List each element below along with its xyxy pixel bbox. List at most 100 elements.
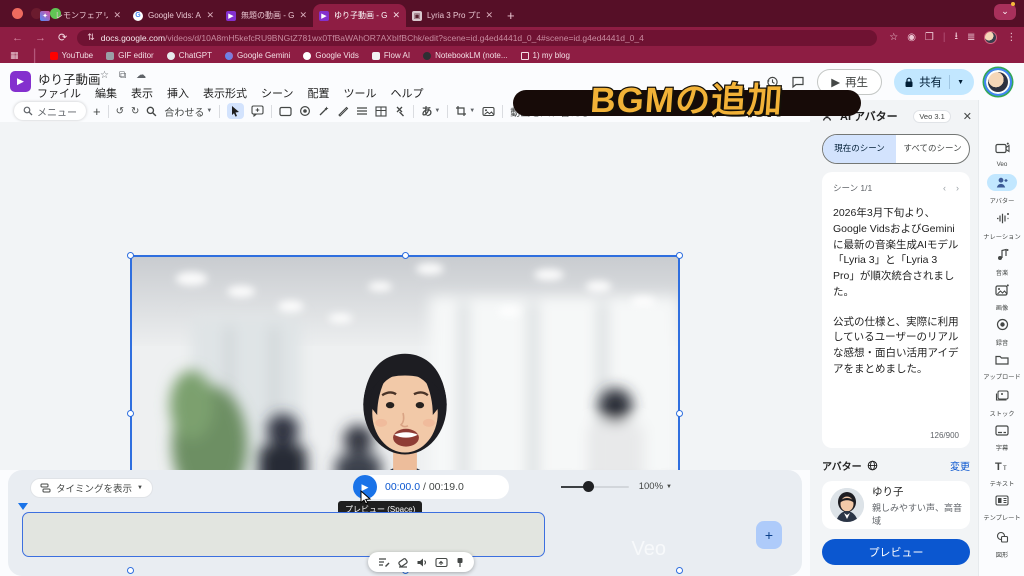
share-button[interactable]: 共有 ▼	[894, 69, 974, 95]
tab-close-icon[interactable]: ✕	[299, 10, 307, 21]
rail-item-音楽[interactable]: 音楽	[979, 246, 1024, 277]
bookmark-chatgpt[interactable]: ChatGPT	[167, 51, 212, 60]
reload-icon[interactable]: ⟳	[58, 31, 67, 44]
playhead-marker[interactable]	[18, 503, 28, 510]
menu-file[interactable]: ファイル	[37, 85, 81, 101]
star-icon[interactable]: ☆	[100, 70, 109, 81]
eraser-icon[interactable]	[397, 557, 409, 568]
tab-lemon-fairy[interactable]: ✦ レモンフェアリーイラストの活用 ✕	[34, 4, 127, 27]
menu-view[interactable]: 表示	[131, 85, 153, 101]
new-tab-button[interactable]: +	[507, 4, 515, 27]
menu-scene[interactable]: シーン	[261, 85, 293, 101]
zoom-slider-thumb[interactable]	[583, 481, 594, 492]
crop-dropdown[interactable]: ▼	[455, 105, 475, 117]
menu-arrange[interactable]: 配置	[307, 85, 329, 101]
mask-tool-button[interactable]	[299, 105, 311, 117]
avatar-card[interactable]: ゆり子 親しみやすい声、高音域	[822, 481, 970, 529]
rail-item-ナレーション[interactable]: ナレーション	[979, 210, 1024, 241]
menu-edit[interactable]: 編集	[95, 85, 117, 101]
frame-tool-button[interactable]	[279, 106, 292, 117]
bookmark-google-vids[interactable]: Google Vids	[303, 51, 358, 60]
comment-icon[interactable]	[791, 75, 805, 89]
animate-tool-button[interactable]	[318, 105, 330, 117]
show-timing-button[interactable]: タイミングを表示 ▼	[30, 478, 153, 498]
bookmark-flow-ai[interactable]: Flow AI	[372, 51, 410, 60]
tab-google-vids-ai[interactable]: G Google Vids: AI 搭載の動画作成 ✕	[127, 4, 220, 27]
pen-tool-button[interactable]	[337, 105, 349, 117]
close-panel-icon[interactable]: ✕	[963, 110, 972, 123]
select-tool-button[interactable]	[227, 103, 244, 119]
tab-search-button[interactable]: ⌄	[994, 4, 1016, 20]
resize-handle-sw[interactable]	[127, 567, 134, 574]
rail-item-録音[interactable]: 録音	[979, 316, 1024, 347]
rail-item-画像[interactable]: 画像	[979, 281, 1024, 312]
avatar-preview-button[interactable]: プレビュー	[822, 539, 970, 565]
tab-close-icon[interactable]: ✕	[206, 10, 214, 21]
close-window-button[interactable]	[12, 8, 23, 19]
rail-item-アバター[interactable]: アバター	[979, 174, 1024, 205]
rail-item-ストック[interactable]: ストック	[979, 387, 1024, 418]
rail-item-Veo[interactable]: Veo	[979, 140, 1024, 168]
menu-help[interactable]: ヘルプ	[390, 85, 423, 101]
move-folder-icon[interactable]: ⧉	[119, 70, 126, 81]
editor-canvas[interactable]: Veo	[0, 122, 810, 470]
rail-item-アップロード[interactable]: アップロード	[979, 351, 1024, 381]
zoom-level-dropdown[interactable]: 100%▼	[639, 481, 672, 492]
tab-yuriko-video-active[interactable]: ▶ ゆり子動画 - Google Vids ✕	[313, 4, 406, 27]
forward-icon[interactable]: →	[35, 32, 46, 44]
tab-untitled-video[interactable]: ▶ 無題の動画 - Google Vids ✕	[220, 4, 313, 27]
text-style-dropdown[interactable]: あ▼	[421, 103, 440, 119]
tab-close-icon[interactable]: ✕	[113, 10, 121, 21]
tab-close-icon[interactable]: ✕	[485, 10, 493, 21]
browser-avatar[interactable]	[984, 31, 997, 44]
prev-scene-icon[interactable]: ‹	[943, 183, 946, 193]
media-control-icon[interactable]: ≣	[967, 32, 975, 43]
menu-tools[interactable]: ツール	[343, 85, 376, 101]
redo-button[interactable]: ↻	[131, 106, 139, 117]
resize-handle-n[interactable]	[402, 252, 409, 259]
script-textarea[interactable]: 2026年3月下旬より、Google VidsおよびGeminiに最新の音楽生成…	[833, 206, 959, 378]
bookmark-youtube[interactable]: YouTube	[50, 51, 93, 60]
fit-zoom-dropdown[interactable]: 合わせる▼	[164, 104, 212, 119]
resize-handle-ne[interactable]	[676, 252, 683, 259]
pin-icon[interactable]	[455, 557, 465, 568]
bookmark-star-icon[interactable]: ☆	[889, 32, 898, 43]
zoom-slider[interactable]	[561, 486, 629, 488]
resize-handle-e[interactable]	[676, 410, 683, 417]
bookmark-my-blog[interactable]: 1) my blog	[521, 51, 570, 60]
rail-item-テキスト[interactable]: Tтテキスト	[979, 457, 1024, 488]
account-avatar[interactable]	[986, 70, 1010, 94]
audio-icon[interactable]	[416, 557, 428, 568]
menu-format[interactable]: 表示形式	[203, 85, 247, 101]
undo-button[interactable]: ↺	[116, 106, 124, 117]
change-avatar-link[interactable]: 変更	[950, 458, 970, 473]
tab-current-scene[interactable]: 現在のシーン	[823, 135, 896, 163]
address-bar[interactable]: ⇅ docs.google.com/videos/d/10A8mH5kefcRU…	[77, 30, 877, 46]
laser-pointer-button[interactable]	[394, 105, 406, 117]
add-scene-button[interactable]: +	[93, 104, 101, 119]
profile-circle-icon[interactable]: ◉	[907, 32, 916, 43]
next-scene-icon[interactable]: ›	[956, 183, 959, 193]
back-icon[interactable]: ←	[12, 32, 23, 44]
downloads-icon[interactable]: ⭳	[955, 29, 959, 46]
chrome-menu-icon[interactable]: ⋮	[1006, 32, 1016, 43]
resize-handle-se[interactable]	[676, 567, 683, 574]
rail-item-字幕[interactable]: 字幕	[979, 422, 1024, 452]
extensions-icon[interactable]: ❒	[925, 32, 934, 43]
resize-handle-nw[interactable]	[127, 252, 134, 259]
replace-background-button[interactable]	[482, 106, 495, 117]
zoom-tool-button[interactable]	[146, 106, 157, 117]
align-tool-button[interactable]	[356, 106, 368, 116]
apps-grid-icon[interactable]: ▦	[10, 50, 20, 61]
bookmark-notebooklm[interactable]: NotebookLM (note...	[423, 51, 507, 60]
menu-insert[interactable]: 挿入	[167, 85, 189, 101]
rail-item-図形[interactable]: 図形	[979, 528, 1024, 559]
share-dropdown-icon[interactable]: ▼	[957, 79, 964, 86]
rail-item-テンプレート[interactable]: テンプレート	[979, 492, 1024, 522]
tab-all-scenes[interactable]: すべてのシーン	[896, 135, 969, 163]
resize-handle-w[interactable]	[127, 410, 134, 417]
table-tool-button[interactable]	[375, 106, 387, 117]
replace-image-icon[interactable]	[435, 557, 448, 568]
tab-close-icon[interactable]: ✕	[392, 10, 400, 21]
edit-script-icon[interactable]	[378, 557, 390, 568]
